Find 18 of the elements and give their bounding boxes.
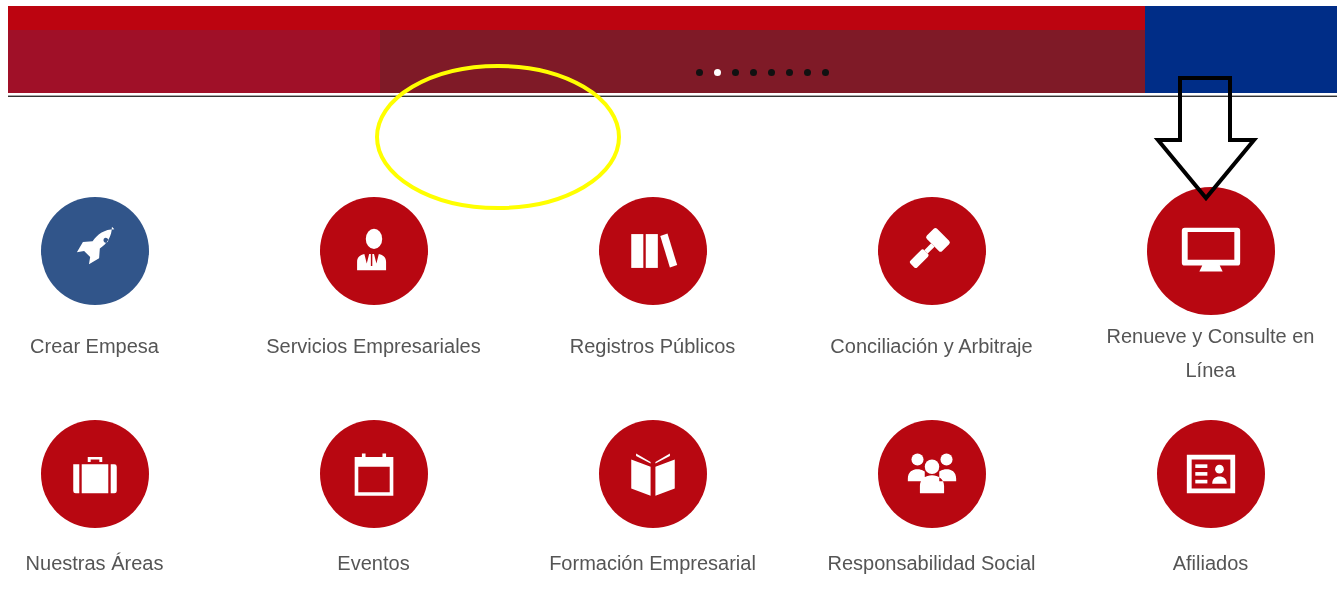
- service-link[interactable]: Conciliación y Arbitraje: [811, 329, 1052, 363]
- carousel-dot[interactable]: [768, 69, 775, 76]
- service-link[interactable]: Eventos: [253, 546, 494, 580]
- service-link[interactable]: Renueve y Consulte en Línea: [1090, 319, 1331, 387]
- service-link[interactable]: Servicios Empresariales: [253, 329, 494, 363]
- service-link[interactable]: Registros Públicos: [532, 329, 773, 363]
- carousel-dot[interactable]: [822, 69, 829, 76]
- carousel-dot[interactable]: [714, 69, 721, 76]
- service-link[interactable]: Crear Empesa: [0, 329, 215, 363]
- service-link[interactable]: Responsabilidad Social: [811, 546, 1052, 580]
- carousel-dot[interactable]: [786, 69, 793, 76]
- carousel-dot[interactable]: [732, 69, 739, 76]
- carousel-dot[interactable]: [804, 69, 811, 76]
- carousel-dot[interactable]: [696, 69, 703, 76]
- service-link[interactable]: Nuestras Áreas: [0, 546, 215, 580]
- service-link[interactable]: Formación Empresarial: [532, 546, 773, 580]
- service-link[interactable]: Afiliados: [1090, 546, 1331, 580]
- carousel-dot[interactable]: [750, 69, 757, 76]
